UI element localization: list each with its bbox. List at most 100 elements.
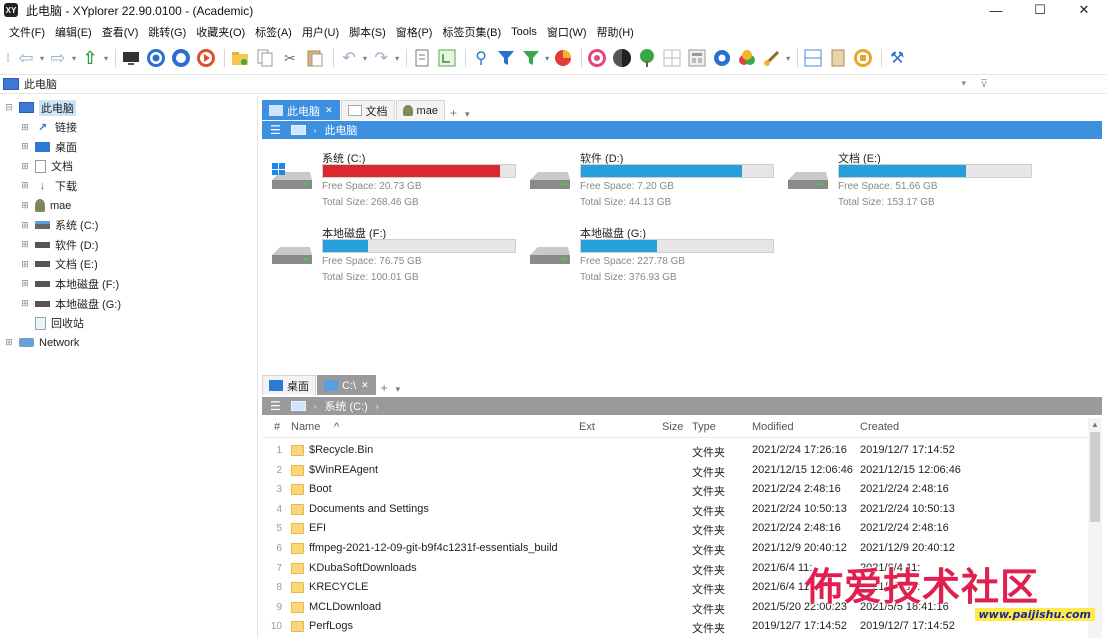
tree-item[interactable]: ⊞ 文档 <box>20 157 73 176</box>
filter-icon[interactable]: ⊽ <box>980 77 988 90</box>
tab-menu-button[interactable]: ▾ <box>465 109 470 120</box>
tab-menu-button[interactable]: ▾ <box>396 384 401 395</box>
table-row[interactable]: 3 Boot 文件夹 2021/2/24 2:48:16 2021/2/24 2:48:… <box>262 480 1088 500</box>
back-dropdown-icon[interactable]: ▾ <box>40 54 44 63</box>
search-icon[interactable]: ⚲ <box>470 47 492 69</box>
tree-icon[interactable] <box>636 47 658 69</box>
maximize-button[interactable]: ☐ <box>1018 0 1062 20</box>
address-text[interactable]: 此电脑 <box>24 76 57 92</box>
brush-dropdown-icon[interactable]: ▾ <box>786 54 790 63</box>
bullseye-icon[interactable] <box>586 47 608 69</box>
tab-desktop[interactable]: 桌面 <box>262 375 316 395</box>
breadcrumb-item[interactable]: 此电脑 <box>324 122 357 138</box>
menu-tabsets[interactable]: 标签页集(B) <box>437 24 506 40</box>
copy-icon[interactable] <box>254 47 276 69</box>
target-icon[interactable] <box>145 47 167 69</box>
toolbar-grip-icon[interactable]: ⁞ <box>4 47 12 69</box>
back-arrow-icon[interactable]: ⇦ <box>15 47 37 69</box>
tree-item[interactable]: ⊞ 本地磁盘 (F:) <box>20 274 119 293</box>
address-bar[interactable]: 此电脑 ▾ ⊽ <box>0 74 1106 94</box>
tree-item[interactable]: ⊞ mae <box>20 196 71 215</box>
menu-help[interactable]: 帮助(H) <box>592 24 639 40</box>
menu-favorites[interactable]: 收藏夹(O) <box>191 24 250 40</box>
expand-icon[interactable]: ⊞ <box>20 298 30 309</box>
expand-icon[interactable]: ⊞ <box>20 239 30 250</box>
expand-icon[interactable]: ⊞ <box>20 141 30 152</box>
redo-icon[interactable]: ↷ <box>370 47 392 69</box>
find-icon[interactable] <box>170 47 192 69</box>
column-modified[interactable]: Modified <box>752 421 794 433</box>
sort-ascending-icon[interactable]: ^ <box>334 421 339 433</box>
column-name[interactable]: Name <box>291 421 320 433</box>
column-created[interactable]: Created <box>860 421 899 433</box>
expand-icon[interactable]: ⊞ <box>4 337 14 348</box>
up-arrow-icon[interactable]: ⇧ <box>79 47 101 69</box>
chevron-down-icon[interactable]: ▾ <box>961 78 966 89</box>
menu-user[interactable]: 用户(U) <box>297 24 344 40</box>
drive-tile[interactable]: 系统 (C:) Free Space: 20.73 GB Total Size: 2… <box>270 150 520 212</box>
minimize-button[interactable]: — <box>974 0 1018 20</box>
system-drive-icon[interactable] <box>290 401 306 411</box>
tree-item[interactable]: ⊞ 文档 (E:) <box>20 255 98 274</box>
tab-this-pc[interactable]: 此电脑 ✕ <box>262 100 340 120</box>
grid-icon[interactable] <box>661 47 683 69</box>
tree-item[interactable]: ⊞ 软件 (D:) <box>20 235 98 254</box>
table-row[interactable]: 1 $Recycle.Bin 文件夹 2021/2/24 17:26:16 2019/1… <box>262 441 1088 461</box>
breadcrumb-separator-icon[interactable]: › <box>376 402 379 411</box>
tree-item[interactable]: ⊞ 桌面 <box>20 137 77 156</box>
monitor-icon[interactable] <box>120 47 142 69</box>
expand-icon[interactable]: ⊞ <box>20 278 30 289</box>
visual-filter-icon[interactable] <box>520 47 542 69</box>
column-size[interactable]: Size <box>662 421 683 433</box>
drive-tile[interactable]: 文档 (E:) Free Space: 51.66 GB Total Size: 1… <box>786 150 1036 212</box>
up-dropdown-icon[interactable]: ▾ <box>104 54 108 63</box>
column-type[interactable]: Type <box>692 421 716 433</box>
drive-tile[interactable]: 软件 (D:) Free Space: 7.20 GB Total Size: 44… <box>528 150 778 212</box>
menu-icon[interactable]: ☰ <box>270 399 281 413</box>
tab-documents[interactable]: 文档 <box>340 100 395 120</box>
table-row[interactable]: 5 EFI 文件夹 2021/2/24 2:48:16 2021/2/24 2:48:1… <box>262 519 1088 539</box>
tree-item[interactable]: ⊞ 本地磁盘 (G:) <box>20 294 121 313</box>
forward-dropdown-icon[interactable]: ▾ <box>72 54 76 63</box>
menu-file[interactable]: 文件(F) <box>4 24 50 40</box>
menu-tools[interactable]: Tools <box>506 26 542 38</box>
column-number[interactable]: # <box>274 421 280 433</box>
close-icon[interactable]: ✕ <box>361 380 369 391</box>
undo-dropdown-icon[interactable]: ▾ <box>363 54 367 63</box>
tree-item[interactable]: ⊞ Network <box>4 333 79 352</box>
expand-icon[interactable]: ⊟ <box>4 102 14 113</box>
dual-pane-horizontal-icon[interactable] <box>802 47 824 69</box>
add-tab-button[interactable]: + <box>381 381 388 395</box>
menu-tags[interactable]: 标签(A) <box>250 24 297 40</box>
scroll-up-icon[interactable]: ▲ <box>1091 420 1099 429</box>
menu-view[interactable]: 查看(V) <box>97 24 144 40</box>
dark-mode-icon[interactable] <box>611 47 633 69</box>
drive-tile[interactable]: 本地磁盘 (G:) Free Space: 227.78 GB Total Size… <box>528 225 778 287</box>
gear-icon[interactable] <box>711 47 733 69</box>
tab-mae[interactable]: mae <box>395 100 445 120</box>
expand-icon[interactable]: ⊞ <box>20 161 30 171</box>
info-panel-icon[interactable] <box>827 47 849 69</box>
computer-icon[interactable] <box>290 125 306 135</box>
menu-edit[interactable]: 编辑(E) <box>50 24 97 40</box>
close-button[interactable]: ✕ <box>1062 0 1106 20</box>
color-filter-icon[interactable] <box>736 47 758 69</box>
menu-window[interactable]: 窗口(W) <box>542 24 592 40</box>
redo-dropdown-icon[interactable]: ▾ <box>395 54 399 63</box>
menu-icon[interactable]: ☰ <box>270 123 281 137</box>
expand-icon[interactable]: ⊞ <box>20 220 30 230</box>
brush-icon[interactable] <box>761 47 783 69</box>
expand-icon[interactable]: ⊞ <box>20 122 30 132</box>
tree-item[interactable]: 回收站 <box>20 314 84 333</box>
breadcrumb-separator-icon[interactable]: › <box>314 402 317 411</box>
tree-item[interactable]: ⊞ ↓ 下载 <box>20 176 77 195</box>
add-tab-button[interactable]: + <box>450 106 457 120</box>
tree-toggle-icon[interactable] <box>436 47 458 69</box>
close-icon[interactable]: ✕ <box>325 105 333 116</box>
cut-icon[interactable]: ✂ <box>279 47 301 69</box>
tree-item[interactable]: ⊞ 系统 (C:) <box>20 216 98 235</box>
paste-icon[interactable] <box>304 47 326 69</box>
properties-icon[interactable] <box>411 47 433 69</box>
breadcrumb-item[interactable]: 系统 (C:) <box>324 398 367 414</box>
filter-icon[interactable] <box>495 47 517 69</box>
